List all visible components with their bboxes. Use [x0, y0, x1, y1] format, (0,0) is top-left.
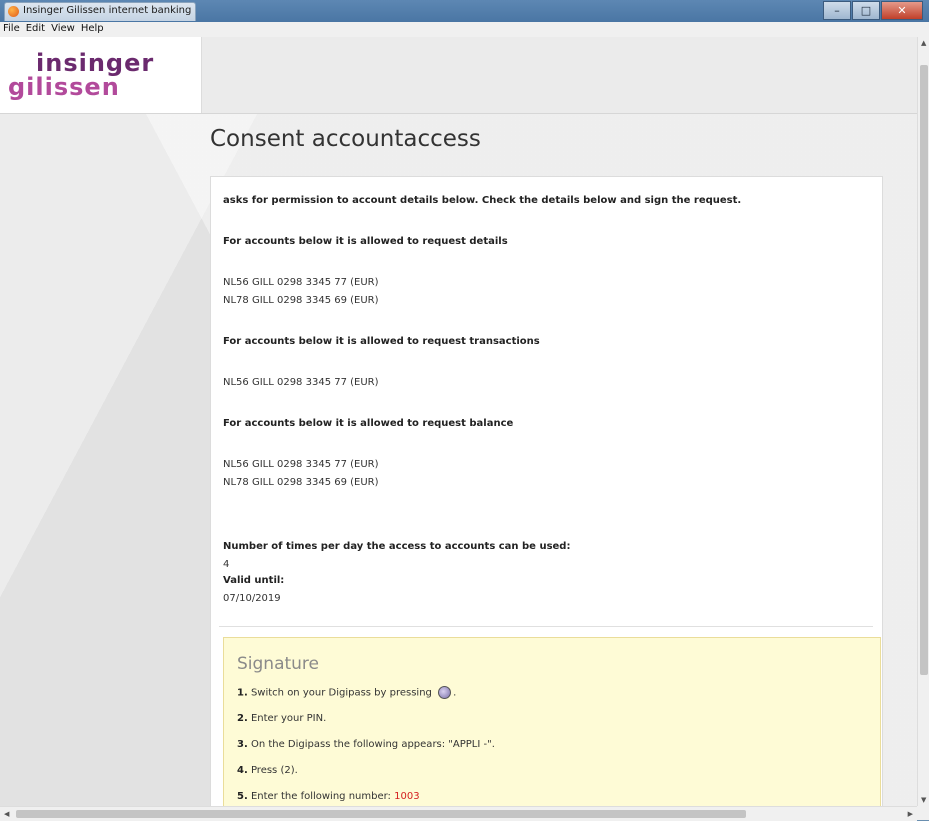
transactions-heading: For accounts below it is allowed to requ…: [223, 336, 540, 347]
scroll-up-icon[interactable]: ▲: [921, 39, 926, 47]
step-text: Press (2).: [250, 765, 298, 776]
close-button[interactable]: ✕: [881, 1, 923, 20]
details-heading: For accounts below it is allowed to requ…: [223, 236, 508, 247]
step-number: 1.: [237, 687, 248, 699]
step-number: 2.: [237, 713, 248, 724]
app-header: insinger gilissen: [0, 37, 917, 114]
logo-line-1: insinger: [36, 49, 155, 77]
consent-panel: asks for permission to account details b…: [210, 176, 883, 806]
intro-text: asks for permission to account details b…: [223, 195, 742, 206]
signature-step-4: 4. Press (2).: [237, 764, 298, 777]
scroll-down-icon[interactable]: ▼: [921, 796, 926, 804]
step-text: Enter your PIN.: [250, 713, 327, 724]
details-account-1: NL56 GILL 0298 3345 77 (EUR): [223, 277, 379, 288]
step-number: 3.: [237, 739, 248, 750]
step-text: On the Digipass the following appears: "…: [250, 739, 495, 750]
menu-bar: File Edit View Help: [0, 22, 929, 38]
transactions-account-1: NL56 GILL 0298 3345 77 (EUR): [223, 377, 379, 388]
step-suffix: .: [453, 687, 457, 699]
window-controls: – □ ✕: [822, 1, 923, 20]
window-title-tab: Insinger Gilissen internet banking: [4, 2, 196, 21]
balance-account-2: NL78 GILL 0298 3345 69 (EUR): [223, 477, 379, 488]
horizontal-scrollbar[interactable]: ◀ ▶: [0, 806, 917, 821]
scrollbar-corner: [917, 806, 929, 820]
signature-step-3: 3. On the Digipass the following appears…: [237, 738, 495, 751]
window-titlebar[interactable]: Insinger Gilissen internet banking – □ ✕: [0, 0, 929, 22]
step-number: 4.: [237, 765, 248, 776]
window-title: Insinger Gilissen internet banking: [23, 5, 192, 16]
valid-until-value: 07/10/2019: [223, 593, 281, 604]
challenge-number: 1003: [394, 791, 420, 802]
step-text: Enter the following number:: [250, 791, 391, 802]
signature-step-1: 1. Switch on your Digipass by pressing .: [237, 686, 456, 700]
signature-step-2: 2. Enter your PIN.: [237, 712, 326, 725]
signature-title: Signature: [237, 654, 320, 674]
details-account-2: NL78 GILL 0298 3345 69 (EUR): [223, 295, 379, 306]
signature-step-5: 5. Enter the following number: 1003: [237, 790, 420, 803]
step-text: Switch on your Digipass by pressing: [250, 687, 432, 699]
menu-file[interactable]: File: [0, 22, 23, 37]
logo-line-2: gilissen: [8, 73, 120, 101]
menu-help[interactable]: Help: [78, 22, 107, 37]
vertical-scroll-thumb[interactable]: [920, 65, 928, 675]
divider: [219, 626, 873, 627]
signature-box: Signature 1. Switch on your Digipass by …: [223, 637, 881, 806]
vertical-scrollbar[interactable]: ▲ ▼: [917, 37, 929, 806]
usage-label: Number of times per day the access to ac…: [223, 541, 571, 552]
page-title: Consent accountaccess: [210, 126, 481, 152]
valid-until-label: Valid until:: [223, 575, 285, 586]
menu-edit[interactable]: Edit: [23, 22, 48, 37]
balance-heading: For accounts below it is allowed to requ…: [223, 418, 514, 429]
page-content: Consent accountaccess asks for permissio…: [0, 114, 917, 806]
minimize-button[interactable]: –: [823, 1, 851, 20]
step-number: 5.: [237, 791, 248, 802]
menu-view[interactable]: View: [48, 22, 78, 37]
logo[interactable]: insinger gilissen: [0, 37, 202, 113]
app-icon: [8, 6, 19, 17]
scroll-left-icon[interactable]: ◀: [4, 810, 9, 818]
horizontal-scroll-thumb[interactable]: [16, 810, 746, 818]
balance-account-1: NL56 GILL 0298 3345 77 (EUR): [223, 459, 379, 470]
maximize-button[interactable]: □: [852, 1, 880, 20]
digipass-button-icon: [438, 686, 452, 699]
usage-value: 4: [223, 559, 230, 570]
scroll-right-icon[interactable]: ▶: [908, 810, 913, 818]
